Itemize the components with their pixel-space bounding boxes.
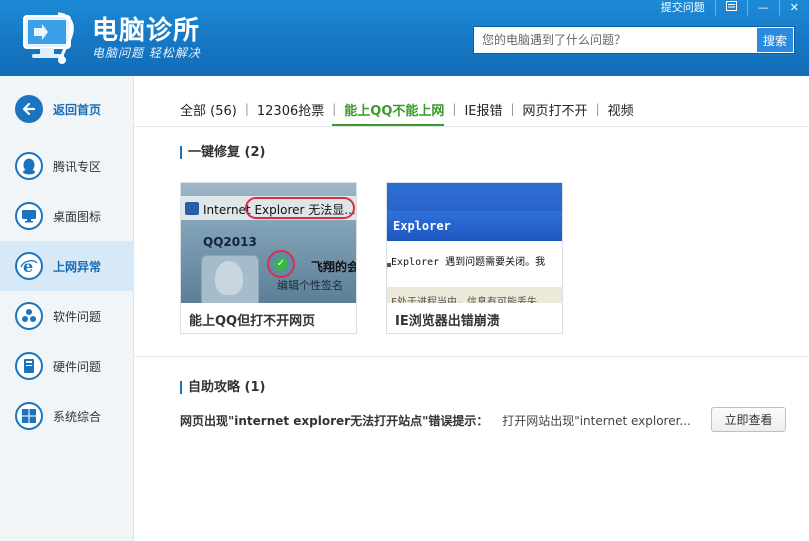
thumb-line1-text: Explorer 遇到问题需要关闭。我 [391, 257, 546, 268]
sidebar-item-software[interactable]: 软件问题 [0, 291, 133, 341]
thumb-name-text: 飞翔的会 [311, 260, 356, 274]
fix-card-thumbnail: Internet Explorer 无法显... QQ2013 ✓ 飞翔的会 编… [181, 183, 356, 303]
search-input[interactable] [474, 27, 757, 53]
menu-icon [725, 1, 737, 15]
sidebar-item-label: 软件问题 [53, 309, 102, 324]
guide-item-desc: 打开网站出现"internet explorer... [502, 414, 691, 428]
sidebar: 返回首页 腾讯专区 桌面图标 e 上网异常 软件问题 硬件问题 系统综合 [0, 76, 134, 541]
tab-all[interactable]: 全部 (56) [180, 100, 241, 119]
sidebar-item-tencent[interactable]: 腾讯专区 [0, 141, 133, 191]
qq-penguin-icon [15, 152, 43, 180]
fix-card-caption: 能上QQ但打不开网页 [189, 314, 316, 329]
fix-card-qq-web[interactable]: Internet Explorer 无法显... QQ2013 ✓ 飞翔的会 编… [180, 182, 357, 334]
guide-section-title: 自助攻略 (1) [180, 381, 265, 394]
guide-item: 网页出现"internet explorer无法打开站点"错误提示： 打开网站出… [180, 412, 691, 429]
tab-video[interactable]: 视频 [604, 100, 638, 119]
minimize-button[interactable]: — [746, 0, 779, 16]
divider [134, 126, 809, 127]
hardware-icon [15, 352, 43, 380]
close-button[interactable]: ✕ [778, 0, 809, 16]
windows-icon [15, 402, 43, 430]
tab-separator: | [332, 102, 337, 116]
fix-card-thumbnail: Explorer Explorer 遇到问题需要关闭。我 F处于进程当中，信息有… [387, 183, 562, 303]
sidebar-item-desktop-icons[interactable]: 桌面图标 [0, 191, 133, 241]
back-arrow-icon [15, 95, 43, 123]
tab-page-not-open[interactable]: 网页打不开 [519, 100, 592, 119]
svg-text:e: e [23, 257, 33, 275]
sidebar-item-network[interactable]: e 上网异常 [0, 241, 133, 291]
window-topbar: 提交问题 — ✕ [651, 0, 809, 16]
ie-browser-icon: e [15, 252, 43, 280]
thumb-line2-text: F处于进程当中，信息有可能丢失 [391, 297, 538, 303]
fix-card-caption: IE浏览器出错崩溃 [395, 314, 500, 329]
ie-logo-icon [185, 202, 199, 215]
app-slogan: 电脑问题 轻松解决 [92, 46, 201, 60]
thumb-signature-text: 编辑个性签名 [277, 279, 343, 292]
sidebar-item-label: 返回首页 [53, 102, 102, 117]
category-tabs: 全部 (56) | 12306抢票 | 能上QQ不能上网 | IE报错 | 网页… [180, 98, 638, 120]
sidebar-item-label: 上网异常 [53, 259, 102, 274]
thumb-qq-label: QQ2013 [203, 235, 257, 249]
monitor-icon [15, 202, 43, 230]
view-now-button[interactable]: 立即查看 [711, 407, 786, 432]
app-header: 电脑诊所 电脑问题 轻松解决 提交问题 — ✕ 搜索 [0, 0, 809, 76]
software-icon [15, 302, 43, 330]
search-button[interactable]: 搜索 [757, 28, 793, 52]
monitor-stethoscope-logo-icon [18, 10, 82, 66]
tab-separator: | [244, 102, 249, 116]
tab-12306[interactable]: 12306抢票 [253, 100, 328, 119]
tab-separator: | [595, 102, 600, 116]
thumb-title-text: Explorer [393, 219, 451, 233]
status-check-icon: ✓ [267, 250, 295, 278]
tab-separator: | [452, 102, 457, 116]
sidebar-item-label: 桌面图标 [53, 209, 102, 224]
tab-qq-no-internet[interactable]: 能上QQ不能上网 [340, 100, 448, 119]
sidebar-item-home[interactable]: 返回首页 [0, 84, 133, 134]
sidebar-item-system[interactable]: 系统综合 [0, 391, 133, 441]
sidebar-item-label: 系统综合 [53, 409, 102, 424]
fix-section-title: 一键修复 (2) [180, 146, 265, 159]
sidebar-item-label: 硬件问题 [53, 359, 102, 374]
fix-card-ie-crash[interactable]: Explorer Explorer 遇到问题需要关闭。我 F处于进程当中，信息有… [386, 182, 563, 334]
guide-item-title[interactable]: 网页出现"internet explorer无法打开站点"错误提示： [180, 414, 488, 428]
menu-button[interactable] [714, 0, 747, 16]
app-title: 电脑诊所 [92, 16, 201, 46]
tab-ie-error[interactable]: IE报错 [460, 100, 506, 119]
sidebar-item-label: 腾讯专区 [53, 159, 102, 174]
sidebar-item-hardware[interactable]: 硬件问题 [0, 341, 133, 391]
tab-separator: | [510, 102, 515, 116]
divider [134, 356, 809, 357]
search-box: 搜索 [473, 26, 795, 54]
submit-question-link[interactable]: 提交问题 [651, 0, 715, 16]
